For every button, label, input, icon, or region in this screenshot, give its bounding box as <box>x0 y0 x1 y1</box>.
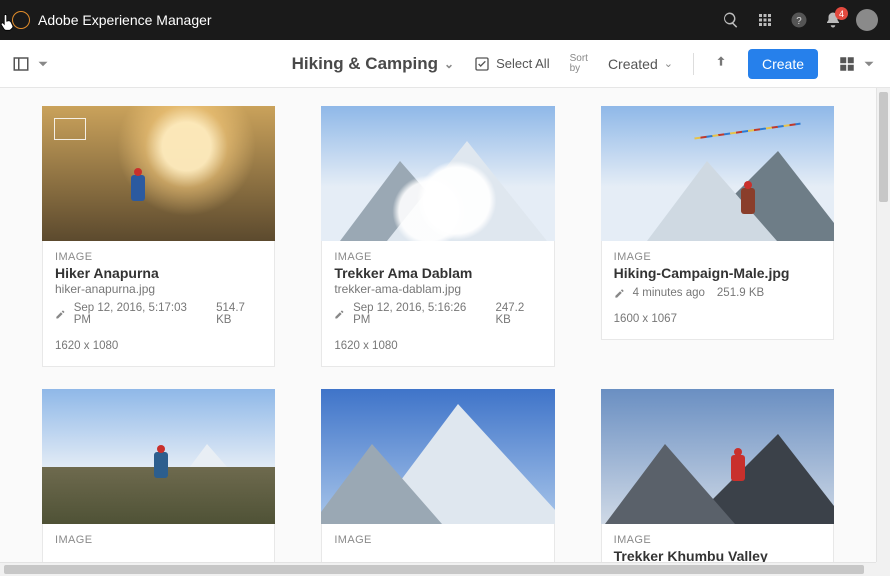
asset-meta: IMAGE <box>42 524 275 562</box>
rail-panel-icon <box>12 55 30 73</box>
action-bar: Hiking & Camping ⌄ Select All Sort by Cr… <box>0 40 890 88</box>
chevron-down-icon <box>34 55 52 73</box>
help-icon[interactable]: ? <box>788 9 810 31</box>
chevron-down-icon: ⌄ <box>444 57 454 71</box>
select-all-label: Select All <box>496 56 549 71</box>
asset-dimensions: 1600 x 1067 <box>614 313 821 325</box>
asset-meta: IMAGE Trekker Ama Dablamtrekker-ama-dabla… <box>321 241 554 367</box>
checkbox-icon <box>474 56 490 72</box>
asset-title: Hiking-Campaign-Male.jpg <box>614 265 821 281</box>
search-icon[interactable] <box>720 9 742 31</box>
asset-modified-row: 4 minutes ago 251.9 KB <box>614 287 821 299</box>
asset-modified-row: Sep 12, 2016, 5:16:26 PM 247.2 KB <box>334 302 541 326</box>
product-name: Adobe Experience Manager <box>38 12 212 28</box>
crop-region-icon <box>54 118 86 140</box>
user-avatar[interactable] <box>856 9 878 31</box>
sort-by-label: Sort by <box>570 54 588 74</box>
asset-meta: IMAGE Hiking-Campaign-Male.jpg 4 minutes a… <box>601 241 834 340</box>
solutions-grid-icon[interactable] <box>754 9 776 31</box>
asset-type-label: IMAGE <box>55 534 262 546</box>
asset-modified-row: Sep 12, 2016, 5:17:03 PM 514.7 KB <box>55 302 262 326</box>
chevron-down-icon: ⌄ <box>664 57 673 70</box>
view-switcher[interactable] <box>838 55 878 73</box>
asset-modified: Sep 12, 2016, 5:17:03 PM <box>74 302 204 326</box>
asset-grid: IMAGE Hiker Anapurnahiker-anapurna.jpg Sep… <box>42 106 834 562</box>
asset-filesize: 247.2 KB <box>495 302 541 326</box>
divider <box>693 53 694 75</box>
asset-modified: Sep 12, 2016, 5:16:26 PM <box>353 302 483 326</box>
asset-thumbnail[interactable] <box>321 106 554 241</box>
breadcrumb-label: Hiking & Camping <box>292 54 438 74</box>
asset-thumbnail[interactable] <box>321 389 554 524</box>
scrollbar-corner <box>876 562 890 576</box>
rail-toggle[interactable] <box>12 55 52 73</box>
asset-dimensions: 1620 x 1080 <box>334 340 541 352</box>
pencil-icon <box>334 309 345 320</box>
global-header: Adobe Experience Manager ? 4 <box>0 0 890 40</box>
horizontal-scrollbar[interactable] <box>0 562 876 576</box>
sort-direction-toggle[interactable] <box>714 54 728 73</box>
select-all[interactable]: Select All <box>474 56 549 72</box>
asset-dimensions: 1620 x 1080 <box>55 340 262 352</box>
asset-filesize: 251.9 KB <box>717 287 764 299</box>
product-brand[interactable]: Adobe Experience Manager <box>12 11 212 29</box>
asset-meta: IMAGE Hiker Anapurnahiker-anapurna.jpg Sep… <box>42 241 275 367</box>
sort-field-value: Created <box>608 56 658 72</box>
asset-modified: 4 minutes ago <box>633 287 705 299</box>
arrow-up-icon <box>714 54 728 68</box>
notifications-icon[interactable]: 4 <box>822 9 844 31</box>
notification-count-badge: 4 <box>835 7 848 20</box>
svg-text:?: ? <box>796 16 802 27</box>
asset-card[interactable]: IMAGE Trekker Khumbu Valley <box>601 389 834 562</box>
pencil-icon <box>614 288 625 299</box>
asset-title: Hiker Anapurna <box>55 265 262 281</box>
create-button[interactable]: Create <box>748 49 818 79</box>
asset-title: Trekker Khumbu Valley <box>614 548 821 562</box>
asset-type-label: IMAGE <box>334 251 541 263</box>
breadcrumb-current[interactable]: Hiking & Camping ⌄ <box>292 54 454 74</box>
asset-filename: hiker-anapurna.jpg <box>55 282 262 296</box>
asset-card[interactable]: IMAGE Trekker Ama Dablamtrekker-ama-dabla… <box>321 106 554 367</box>
asset-thumbnail[interactable] <box>42 106 275 241</box>
aem-logo-icon <box>12 11 30 29</box>
pencil-icon <box>55 309 66 320</box>
vertical-scrollbar[interactable] <box>876 88 890 562</box>
asset-title: Trekker Ama Dablam <box>334 265 541 281</box>
asset-card[interactable]: IMAGE Hiker Anapurnahiker-anapurna.jpg Sep… <box>42 106 275 367</box>
asset-thumbnail[interactable] <box>601 106 834 241</box>
asset-thumbnail[interactable] <box>601 389 834 524</box>
chevron-down-icon <box>860 55 878 73</box>
asset-type-label: IMAGE <box>614 251 821 263</box>
asset-thumbnail[interactable] <box>42 389 275 524</box>
asset-type-label: IMAGE <box>334 534 541 546</box>
asset-card[interactable]: IMAGE <box>321 389 554 562</box>
asset-type-label: IMAGE <box>55 251 262 263</box>
asset-type-label: IMAGE <box>614 534 821 546</box>
asset-grid-scroll[interactable]: IMAGE Hiker Anapurnahiker-anapurna.jpg Sep… <box>0 88 876 562</box>
asset-meta: IMAGE <box>321 524 554 562</box>
sort-field-dropdown[interactable]: Created ⌄ <box>608 56 673 72</box>
asset-meta: IMAGE Trekker Khumbu Valley <box>601 524 834 562</box>
card-view-icon <box>838 55 856 73</box>
asset-filesize: 514.7 KB <box>216 302 262 326</box>
asset-filename: trekker-ama-dablam.jpg <box>334 282 541 296</box>
asset-card[interactable]: IMAGE <box>42 389 275 562</box>
asset-card[interactable]: IMAGE Hiking-Campaign-Male.jpg 4 minutes a… <box>601 106 834 367</box>
